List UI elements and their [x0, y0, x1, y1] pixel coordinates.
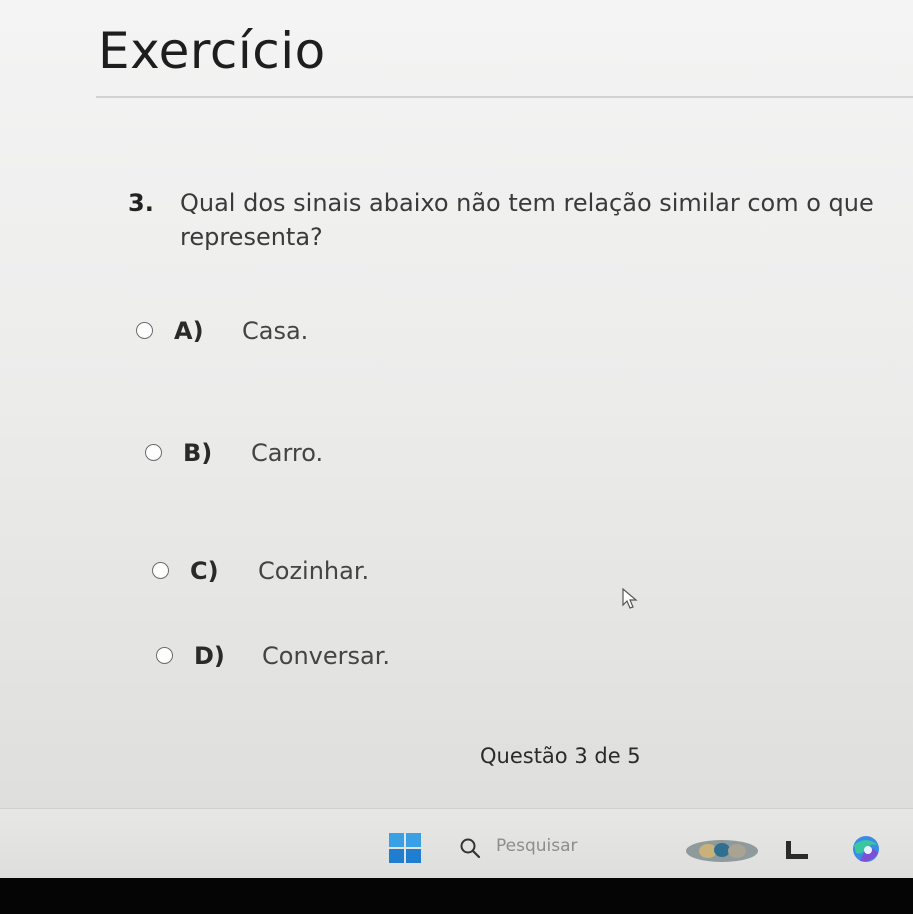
browser-icon[interactable]	[848, 833, 884, 865]
option-c-text: Cozinhar.	[258, 557, 370, 585]
taskbar: Pesquisar	[0, 808, 913, 878]
option-b-letter: B)	[183, 439, 213, 467]
widget-icon[interactable]	[684, 839, 760, 863]
option-d-radio[interactable]	[156, 647, 173, 664]
mouse-cursor-icon	[622, 588, 638, 609]
question-number: 3.	[128, 189, 154, 217]
taskbar-search[interactable]: Pesquisar	[452, 831, 652, 861]
option-d-letter: D)	[194, 642, 225, 670]
windows-start-icon[interactable]	[389, 833, 421, 863]
option-c-letter: C)	[190, 557, 219, 585]
app-icon[interactable]	[782, 837, 812, 863]
option-c-radio[interactable]	[152, 562, 169, 579]
monitor-bezel	[0, 878, 913, 914]
title-divider	[96, 96, 913, 98]
exercise-screen: Exercício 3. Qual dos sinais abaixo não …	[0, 0, 913, 878]
question-text: Qual dos sinais abaixo não tem relação s…	[180, 189, 874, 251]
page-title: Exercício	[98, 22, 326, 80]
option-d-text: Conversar.	[262, 642, 390, 670]
search-placeholder: Pesquisar	[496, 836, 578, 856]
option-a-radio[interactable]	[136, 322, 153, 339]
option-b-radio[interactable]	[145, 444, 162, 461]
question-progress: Questão 3 de 5	[480, 744, 641, 768]
search-icon	[460, 838, 481, 859]
option-a-text: Casa.	[242, 317, 309, 345]
option-b-text: Carro.	[251, 439, 324, 467]
option-a-letter: A)	[174, 317, 204, 345]
